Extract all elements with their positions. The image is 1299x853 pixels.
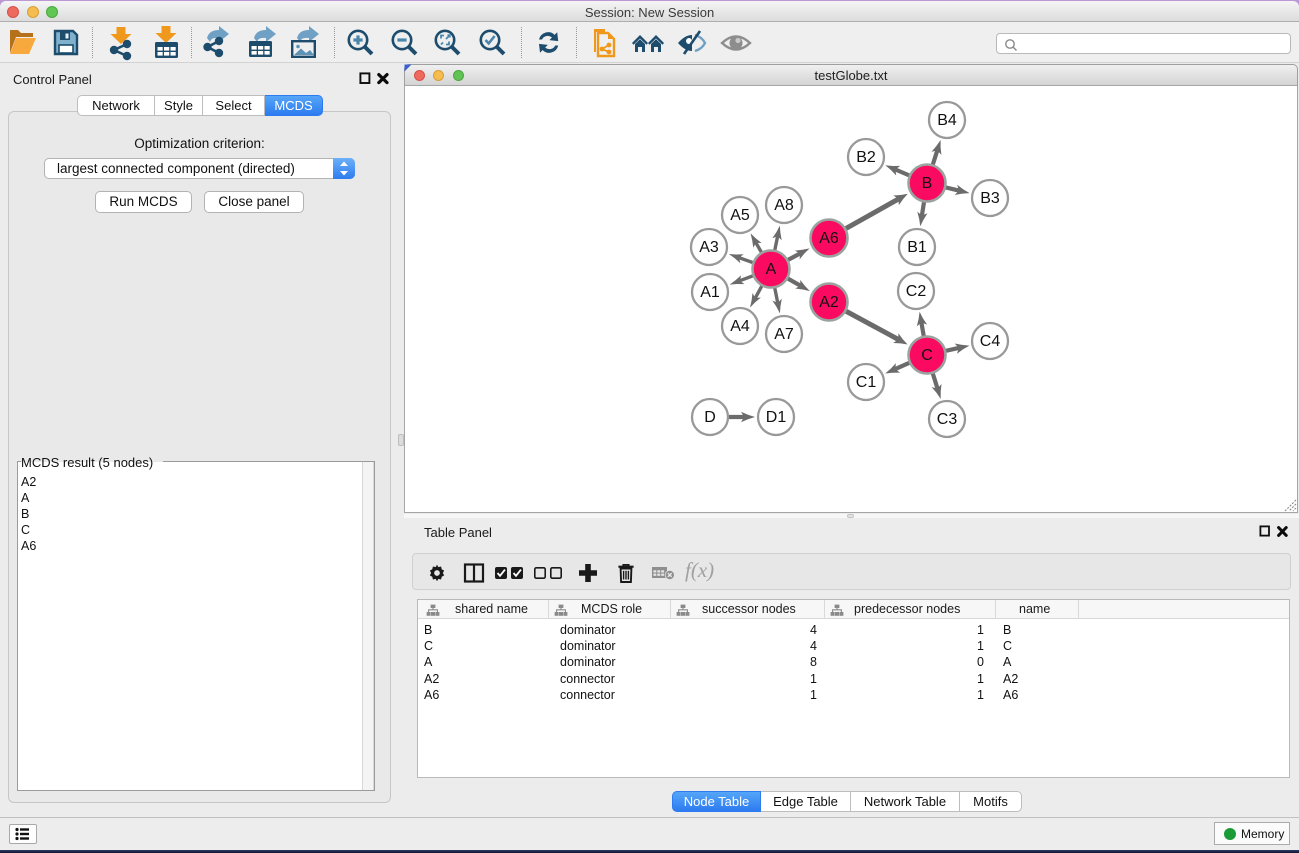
svg-text:A1: A1 <box>700 284 720 301</box>
svg-text:C: C <box>921 347 933 364</box>
svg-text:B1: B1 <box>907 239 927 256</box>
svg-text:A7: A7 <box>774 326 794 343</box>
svg-text:C4: C4 <box>980 333 1001 350</box>
svg-text:A2: A2 <box>819 294 839 311</box>
svg-text:A5: A5 <box>730 207 750 224</box>
svg-text:D1: D1 <box>766 409 787 426</box>
svg-text:B: B <box>922 175 933 192</box>
svg-text:C3: C3 <box>937 411 958 428</box>
svg-text:C1: C1 <box>856 374 877 391</box>
svg-text:D: D <box>704 409 716 426</box>
svg-text:B3: B3 <box>980 190 1000 207</box>
svg-text:B2: B2 <box>856 149 876 166</box>
svg-text:A4: A4 <box>730 318 750 335</box>
svg-text:B4: B4 <box>937 112 957 129</box>
svg-text:C2: C2 <box>906 283 927 300</box>
svg-text:A8: A8 <box>774 197 794 214</box>
svg-text:A3: A3 <box>699 239 719 256</box>
svg-text:A: A <box>766 261 777 278</box>
svg-text:A6: A6 <box>819 230 839 247</box>
